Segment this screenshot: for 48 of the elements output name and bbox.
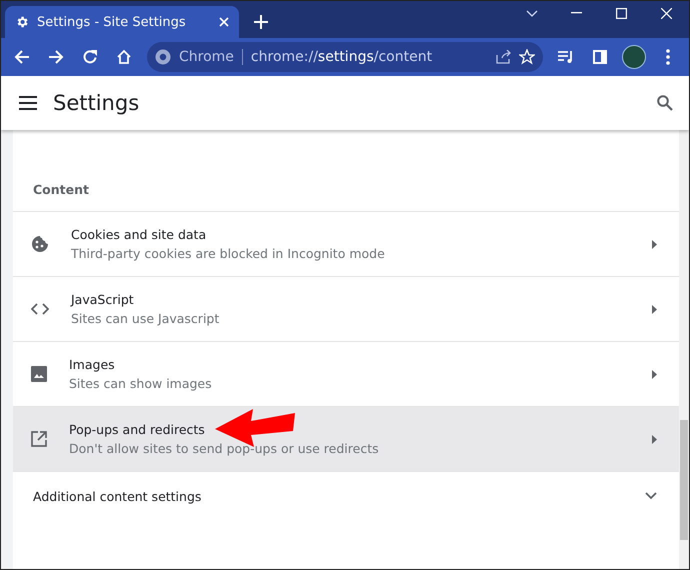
section-heading: Content (33, 182, 89, 197)
caret-icon (652, 434, 657, 444)
caret-icon (652, 370, 657, 378)
expander-row[interactable]: Additional content settings (13, 471, 679, 520)
share-icon[interactable] (496, 50, 511, 64)
row-title: Images (69, 357, 115, 372)
minimize-icon[interactable] (571, 12, 582, 14)
page-title: Settings (53, 91, 140, 115)
chrome-logo-icon (155, 49, 171, 65)
expander-label: Additional content settings (33, 488, 202, 504)
settings-row[interactable]: Cookies and site data Third-party cookies are blocked in Incognito mode (13, 211, 679, 276)
media-queue-icon[interactable] (558, 50, 574, 64)
address-bar[interactable]: Chrome chrome://settings/content (147, 42, 543, 72)
maximize-icon[interactable] (616, 8, 627, 18)
menu-icon[interactable] (19, 96, 37, 110)
settings-row[interactable]: JavaScript Sites can use Javascript (13, 276, 679, 341)
more-menu-icon[interactable] (666, 49, 670, 65)
image-icon (31, 366, 47, 382)
scrollbar-thumb[interactable] (680, 420, 688, 540)
side-panel-icon[interactable] (593, 50, 607, 64)
site-label: Chrome (179, 49, 243, 65)
row-subtitle: Third-party cookies are blocked in Incognito mode (71, 246, 385, 261)
back-arrow-icon[interactable] (14, 49, 30, 65)
caret-icon (652, 240, 657, 248)
browser-tab[interactable]: Settings - Site Settings (5, 6, 239, 38)
row-title: JavaScript (71, 292, 134, 307)
search-icon[interactable] (657, 95, 673, 111)
url-text: chrome://settings/content (250, 49, 434, 65)
code-icon (31, 302, 49, 316)
settings-icon (15, 15, 29, 29)
settings-row[interactable]: Pop-ups and redirects Don't allow sites to send pop-ups or use redirects (13, 406, 679, 471)
star-icon[interactable] (519, 49, 535, 65)
reload-icon[interactable] (82, 49, 98, 65)
new-tab-icon[interactable] (254, 15, 268, 29)
close-icon[interactable] (661, 8, 672, 18)
row-subtitle: Sites can use Javascript (71, 311, 220, 326)
external-link-icon (31, 431, 47, 447)
close-icon[interactable] (219, 17, 229, 27)
profile-avatar[interactable] (622, 45, 646, 69)
row-subtitle: Sites can show images (69, 376, 212, 391)
home-icon[interactable] (116, 49, 132, 65)
chevron-down-icon[interactable] (526, 10, 538, 16)
caret-icon (652, 304, 657, 314)
cookie-icon (31, 235, 49, 253)
row-subtitle: Don't allow sites to send pop-ups or use redirects (69, 441, 379, 456)
row-title: Pop-ups and redirects (69, 422, 205, 437)
row-title: Cookies and site data (71, 227, 206, 242)
forward-arrow-icon[interactable] (48, 49, 64, 65)
